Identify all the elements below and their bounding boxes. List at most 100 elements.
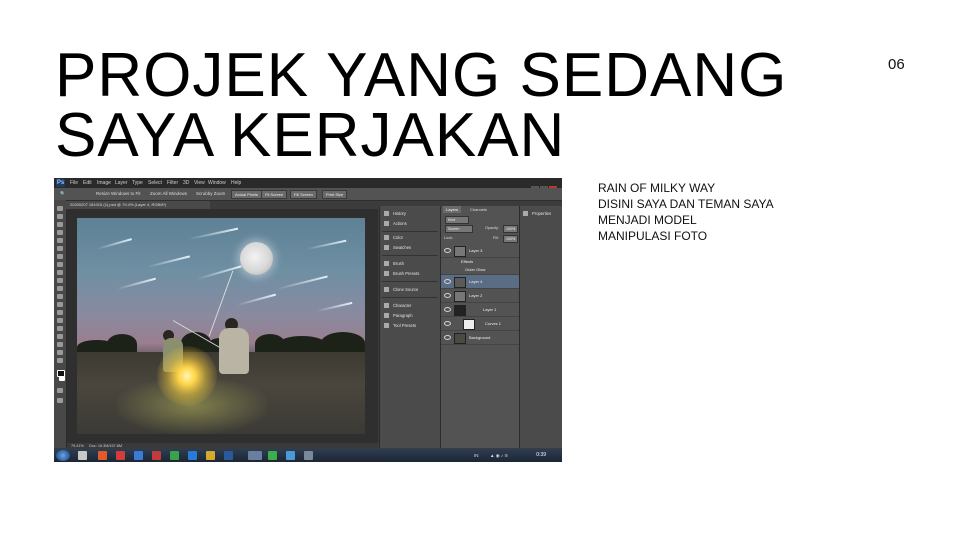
app-icon[interactable] (188, 451, 197, 460)
crop-tool-icon[interactable] (57, 238, 63, 243)
ps-menu-filter[interactable]: Filter (167, 179, 178, 187)
panel-paragraph[interactable]: Paragraph (384, 312, 413, 320)
lantern-glow (157, 346, 217, 406)
ps-menu-window[interactable]: Window (208, 179, 226, 187)
visibility-eye-icon[interactable] (444, 248, 451, 253)
opacity-input[interactable]: 100% (503, 225, 519, 233)
panel-properties[interactable]: Properties (523, 210, 551, 218)
history-brush-tool-icon[interactable] (57, 278, 63, 283)
marquee-tool-icon[interactable] (57, 214, 63, 219)
app-icon[interactable] (152, 451, 161, 460)
eyedropper-tool-icon[interactable] (57, 246, 63, 251)
app-icon[interactable] (224, 451, 233, 460)
tray-icons[interactable]: ▲ ◉ ♪ ≋ (490, 452, 508, 459)
eraser-tool-icon[interactable] (57, 286, 63, 291)
taskbar-clock[interactable]: 0:39 (536, 452, 546, 459)
ps-canvas-area[interactable] (67, 209, 378, 449)
ps-menu-type[interactable]: Type (132, 179, 143, 187)
scrubby-zoom-checkbox[interactable]: Scrubby Zoom (196, 191, 225, 197)
panel-history[interactable]: History (384, 210, 406, 218)
brush-tool-icon[interactable] (57, 262, 63, 267)
panel-tool-presets[interactable]: Tool Presets (384, 322, 416, 330)
panel-actions[interactable]: Actions (384, 220, 407, 228)
visibility-eye-icon[interactable] (444, 335, 451, 340)
tab-channels[interactable]: Channels (467, 206, 490, 213)
layer-row[interactable]: Layer 2 (441, 289, 519, 303)
ps-menu-view[interactable]: View (194, 179, 205, 187)
app-icon[interactable] (98, 451, 107, 460)
app-icon[interactable] (268, 451, 277, 460)
layer-effect-row[interactable]: Outer Glow (441, 266, 519, 275)
language-indicator[interactable]: IN (474, 452, 479, 459)
hand-tool-icon[interactable] (57, 350, 63, 355)
print-size-button[interactable]: Print Size (322, 190, 348, 199)
ps-menu-select[interactable]: Select (148, 179, 162, 187)
start-button[interactable] (56, 450, 70, 461)
panel-character[interactable]: Character (384, 302, 411, 310)
ps-menu-file[interactable]: File (70, 179, 78, 187)
visibility-eye-icon[interactable] (444, 279, 451, 284)
layer-kind-filter[interactable]: Kind (445, 216, 469, 224)
panel-color[interactable]: Color (384, 234, 403, 242)
shape-tool-icon[interactable] (57, 342, 63, 347)
ps-menu-layer[interactable]: Layer (115, 179, 128, 187)
blend-mode-select[interactable]: Screen (445, 225, 473, 233)
ps-menu-edit[interactable]: Edit (83, 179, 92, 187)
pen-tool-icon[interactable] (57, 318, 63, 323)
layer-row[interactable]: Curves 1 (441, 317, 519, 331)
panel-brush[interactable]: Brush (384, 260, 404, 268)
gradient-tool-icon[interactable] (57, 294, 63, 299)
quick-mask-icon[interactable] (57, 388, 63, 393)
move-tool-icon[interactable] (57, 206, 63, 211)
clone-stamp-tool-icon[interactable] (57, 270, 63, 275)
app-icon[interactable] (134, 451, 143, 460)
ps-menu-help[interactable]: Help (231, 179, 241, 187)
properties-icon (523, 211, 528, 216)
app-icon[interactable] (304, 451, 313, 460)
panel-brush-presets[interactable]: Brush Presets (384, 270, 419, 278)
app-icon[interactable] (206, 451, 215, 460)
zoom-level[interactable]: 79.41% (71, 444, 84, 448)
layer-row[interactable]: Layer 1 (441, 303, 519, 317)
ps-menu-3d[interactable]: 3D (183, 179, 189, 187)
tab-layers[interactable]: Layers (443, 206, 462, 213)
resize-windows-checkbox[interactable]: Resize Windows to Fit (96, 191, 141, 197)
zoom-all-checkbox[interactable]: Zoom All Windows (150, 191, 187, 197)
explorer-icon[interactable] (78, 451, 87, 460)
layer-effects-row[interactable]: Effects (441, 258, 519, 266)
screen-mode-icon[interactable] (57, 398, 63, 403)
zoom-tool-sidebar-icon[interactable] (57, 358, 63, 363)
app-icon[interactable] (170, 451, 179, 460)
layer-row[interactable]: Layer 3 (441, 244, 519, 258)
actual-pixels-button[interactable]: Actual Pixels (231, 190, 262, 199)
path-select-tool-icon[interactable] (57, 334, 63, 339)
panel-clone-source[interactable]: Clone Source (384, 286, 418, 294)
background-color-swatch[interactable] (59, 376, 65, 381)
panel-swatches[interactable]: Swatches (384, 244, 411, 252)
healing-tool-icon[interactable] (57, 254, 63, 259)
fit-screen-button[interactable]: Fit Screen (261, 190, 288, 199)
fill-input[interactable]: 100% (503, 235, 519, 243)
layer-row[interactable]: Background (441, 331, 519, 345)
app-icon[interactable] (286, 451, 295, 460)
visibility-eye-icon[interactable] (444, 293, 451, 298)
photoshop-taskbar-icon[interactable] (248, 451, 262, 460)
visibility-eye-icon[interactable] (444, 321, 451, 326)
description-line-4: MANIPULASI FOTO (598, 229, 708, 243)
edited-photo (77, 218, 365, 434)
blur-tool-icon[interactable] (57, 302, 63, 307)
meteor-streak (236, 293, 276, 306)
app-icon[interactable] (116, 451, 125, 460)
zoom-tool-icon[interactable]: 🔍 (60, 191, 66, 197)
ps-menu-image[interactable]: Image (97, 179, 111, 187)
document-tab[interactable]: 20200207 181015 (1).psd @ 79.4% (Layer 4… (66, 201, 210, 209)
fill-screen-button[interactable]: Fill Screen (290, 190, 317, 199)
layer-row-selected[interactable]: Layer 4 (441, 275, 519, 289)
dodge-tool-icon[interactable] (57, 310, 63, 315)
lasso-tool-icon[interactable] (57, 222, 63, 227)
type-tool-icon[interactable] (57, 326, 63, 331)
doc-size: Doc: 16.3M/157.8M (88, 444, 123, 448)
quick-select-tool-icon[interactable] (57, 230, 63, 235)
brush-presets-icon (384, 271, 389, 276)
visibility-eye-icon[interactable] (444, 307, 451, 312)
